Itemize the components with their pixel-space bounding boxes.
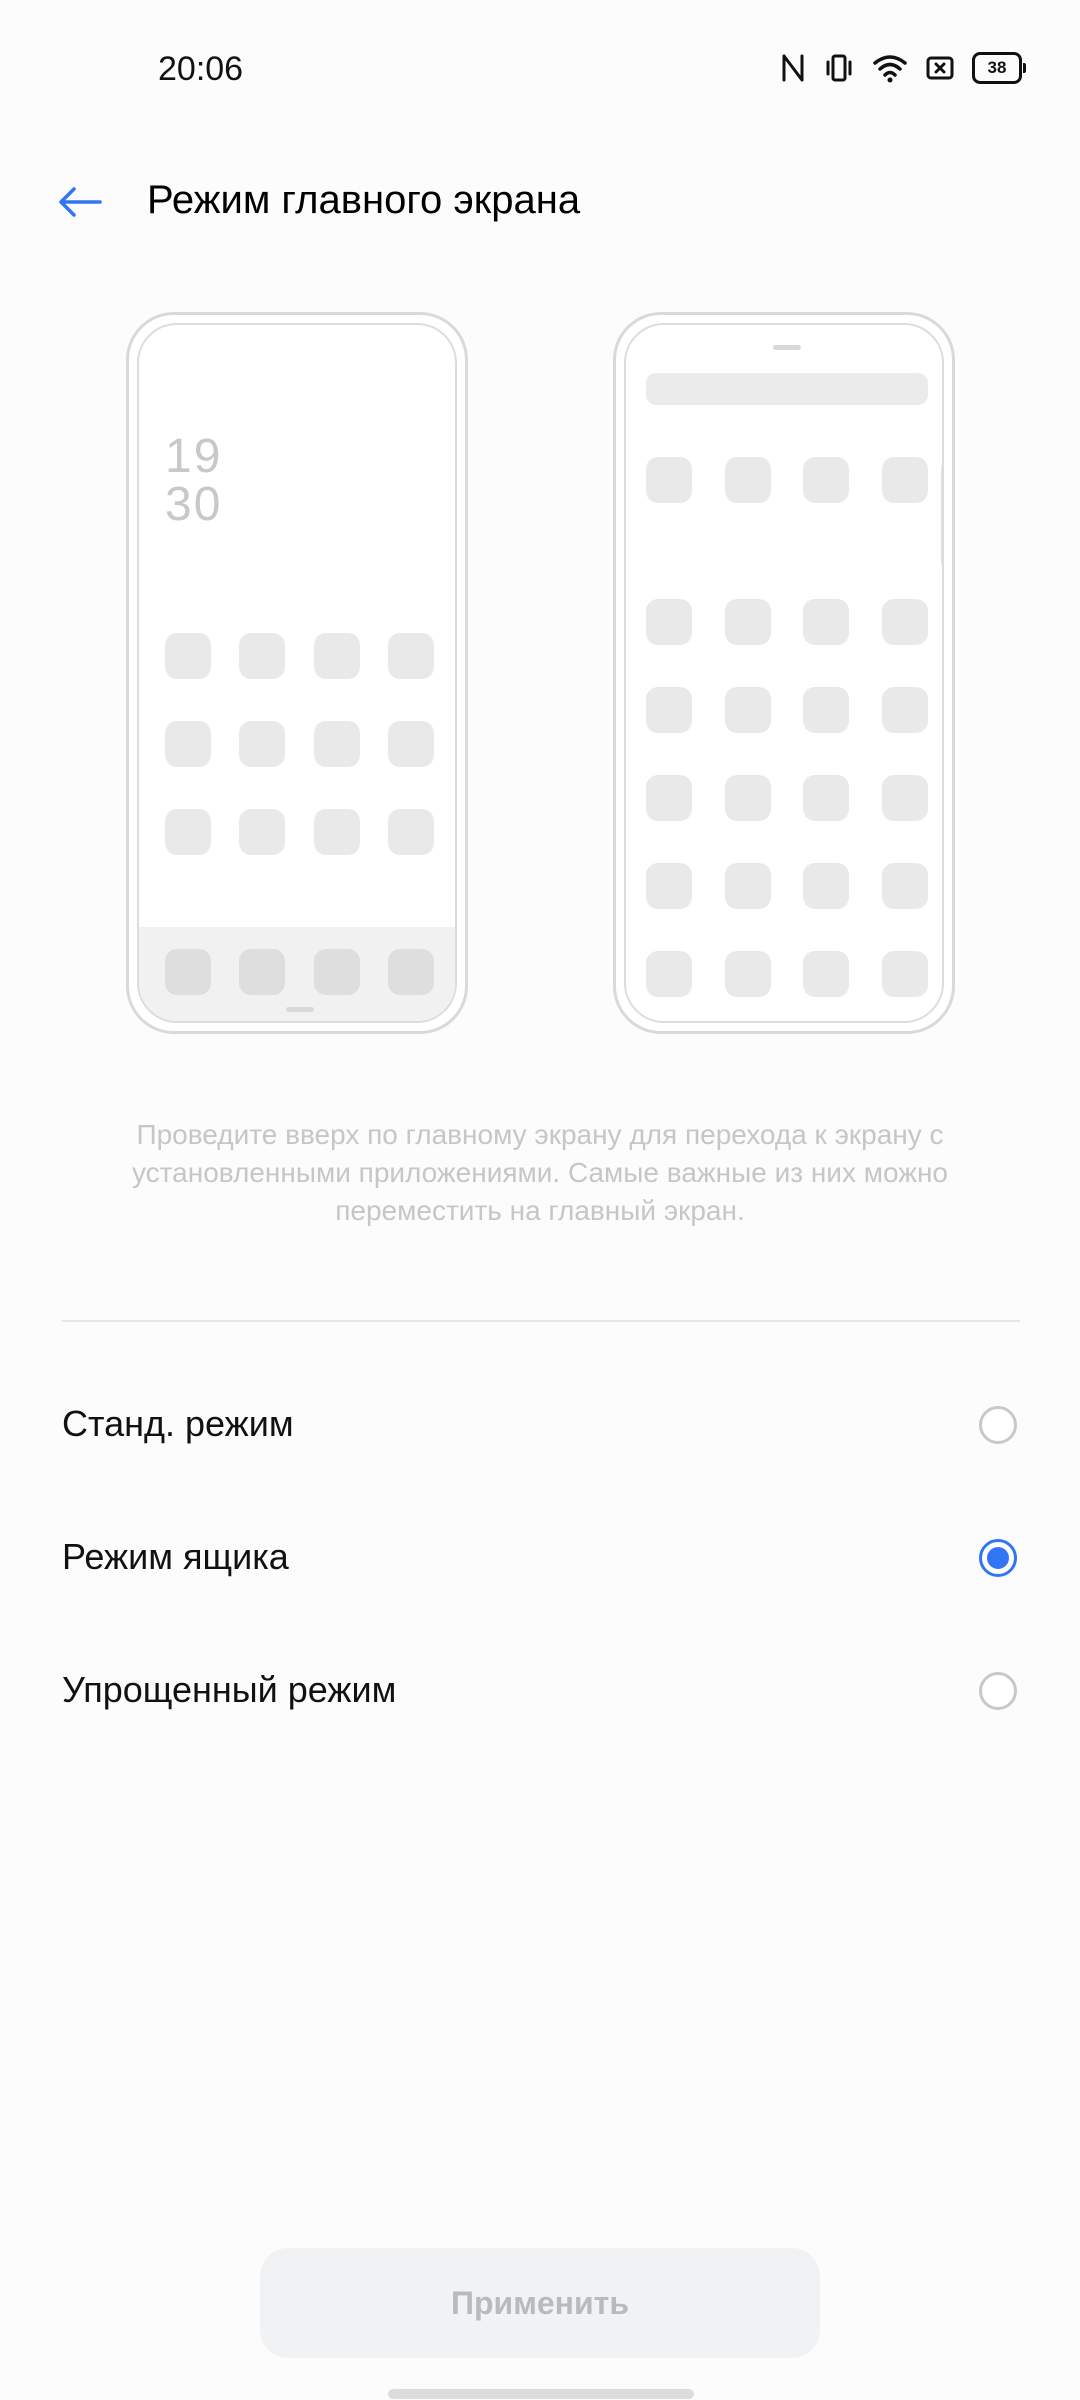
app-tile — [388, 721, 434, 767]
app-tile — [882, 599, 928, 645]
option-standard-mode[interactable]: Станд. режим — [0, 1370, 1080, 1480]
app-tile — [725, 863, 771, 909]
app-tile — [314, 809, 360, 855]
app-tile — [882, 687, 928, 733]
app-tile — [725, 687, 771, 733]
sim-icon — [926, 55, 954, 81]
drawer-mode-preview — [613, 312, 955, 1034]
app-tile — [239, 633, 285, 679]
wifi-icon — [872, 53, 908, 83]
drawer-handle — [773, 345, 801, 350]
radio-drawer-mode[interactable] — [979, 1539, 1017, 1577]
app-tile — [314, 633, 360, 679]
option-label: Упрощенный режим — [62, 1669, 397, 1710]
app-tile — [314, 721, 360, 767]
app-tile — [165, 721, 211, 767]
radio-standard-mode[interactable] — [979, 1406, 1017, 1444]
battery-icon: 38 — [972, 52, 1026, 84]
status-bar: 20:06 38 — [0, 0, 1080, 140]
app-tile — [725, 775, 771, 821]
page-title: Режим главного экрана — [147, 178, 581, 222]
app-tile — [882, 951, 928, 997]
standard-mode-preview: 19 30 — [126, 312, 468, 1034]
preview-clock-minute: 30 — [165, 478, 223, 531]
option-simple-mode[interactable]: Упрощенный режим — [0, 1636, 1080, 1746]
section-divider — [62, 1320, 1020, 1322]
app-tile — [803, 951, 849, 997]
app-tile — [646, 775, 692, 821]
app-tile — [646, 863, 692, 909]
app-tile — [803, 863, 849, 909]
preview-screen: 19 30 — [137, 323, 457, 1023]
app-tile — [803, 775, 849, 821]
app-tile — [882, 863, 928, 909]
app-tile — [646, 457, 692, 503]
radio-simple-mode[interactable] — [979, 1672, 1017, 1710]
preview-clock-hour: 19 — [165, 430, 223, 483]
preview-clock: 19 30 — [165, 433, 222, 529]
dock-tile — [314, 949, 360, 995]
app-tile — [388, 809, 434, 855]
apply-button[interactable]: Применить — [260, 2248, 820, 2358]
app-tile — [239, 809, 285, 855]
app-tile — [882, 457, 928, 503]
dock-tile — [388, 949, 434, 995]
status-icons: 38 — [780, 52, 1026, 84]
app-tile — [803, 457, 849, 503]
preview-search-bar — [646, 373, 928, 405]
preview-dock — [139, 927, 455, 1021]
app-header: Режим главного экрана — [0, 150, 1080, 260]
app-tile — [388, 633, 434, 679]
option-drawer-mode[interactable]: Режим ящика — [0, 1503, 1080, 1613]
option-label: Режим ящика — [62, 1536, 289, 1577]
app-tile — [646, 599, 692, 645]
app-tile — [725, 599, 771, 645]
app-tile — [646, 951, 692, 997]
app-tile — [725, 951, 771, 997]
gesture-navigation-bar[interactable] — [388, 2389, 694, 2399]
app-tile — [803, 687, 849, 733]
app-tile — [803, 599, 849, 645]
app-tile — [239, 721, 285, 767]
status-time: 20:06 — [158, 50, 244, 88]
app-tile — [165, 633, 211, 679]
vibrate-icon — [824, 53, 854, 83]
preview-scrollbar — [941, 465, 942, 565]
nfc-icon — [780, 53, 806, 83]
back-button[interactable] — [48, 172, 112, 236]
app-tile — [165, 809, 211, 855]
app-tile — [725, 457, 771, 503]
arrow-left-icon — [58, 186, 102, 223]
dock-tile — [239, 949, 285, 995]
dock-tile — [165, 949, 211, 995]
option-label: Станд. режим — [62, 1403, 294, 1444]
mode-description: Проведите вверх по главному экрану для п… — [131, 1119, 949, 1226]
app-tile — [646, 687, 692, 733]
dock-handle — [286, 1007, 314, 1012]
preview-screen — [624, 323, 944, 1023]
app-tile — [882, 775, 928, 821]
